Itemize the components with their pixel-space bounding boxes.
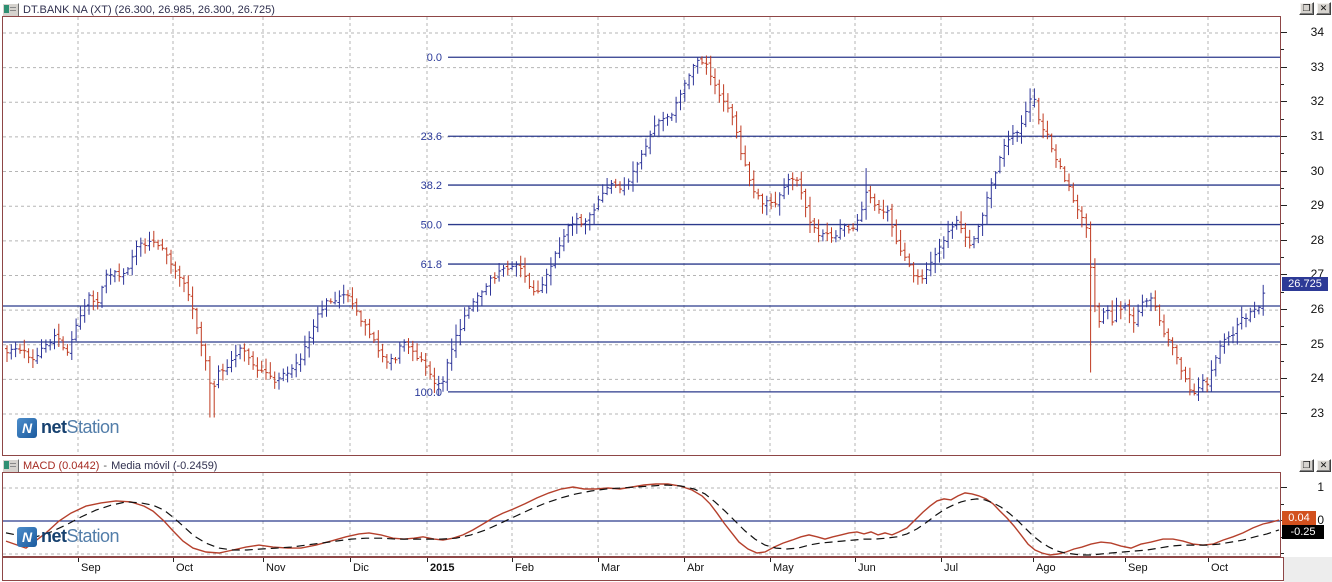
media-value-badge: -0.25 xyxy=(1282,525,1324,539)
y-axis-label: 24 xyxy=(1310,371,1324,385)
fib-level-label: 0.0 xyxy=(427,52,442,64)
month-tick xyxy=(1125,558,1126,562)
month-label: Jul xyxy=(944,562,959,574)
month-tick xyxy=(78,558,79,562)
axis-tick xyxy=(1281,292,1284,293)
axis-tick xyxy=(1281,504,1284,505)
month-label: 2015 xyxy=(430,562,455,574)
netstation-logo-icon: N xyxy=(17,417,37,438)
macd-title: MACD (0.0442) xyxy=(23,459,100,472)
y-axis-label: 28 xyxy=(1310,233,1324,247)
date-axis: Sep Oct Nov Dic 2015 Feb Mar Abr May Jun Jul Ago Sep… xyxy=(2,557,1284,581)
month-label: May xyxy=(773,562,794,574)
month-tick xyxy=(684,558,685,562)
month-label: Feb xyxy=(515,562,534,574)
netstation-window: DT.BANK NA (XT) (26.300, 26.985, 26.300,… xyxy=(0,0,1332,582)
restore-icon[interactable]: ❐ xyxy=(1299,459,1314,472)
logo-net-text: net xyxy=(41,417,67,437)
axis-tick xyxy=(1281,49,1284,50)
logo-net-text: net xyxy=(41,526,67,546)
y-axis-label: 30 xyxy=(1310,164,1324,178)
axis-tick xyxy=(1281,153,1284,154)
macd-plot-area[interactable]: N net Station xyxy=(2,472,1281,557)
month-tick xyxy=(350,558,351,562)
fib-level-label: 50.0 xyxy=(421,220,442,232)
month-label: Abr xyxy=(687,562,705,574)
month-tick xyxy=(1208,558,1209,562)
month-tick xyxy=(855,558,856,562)
y-axis-label: 33 xyxy=(1310,60,1324,74)
month-label: Dic xyxy=(353,562,369,574)
month-tick xyxy=(512,558,513,562)
netstation-logo: N net Station xyxy=(17,417,120,438)
y-axis-label: 25 xyxy=(1310,337,1324,351)
month-label: Jun xyxy=(858,562,876,574)
month-label: Ago xyxy=(1036,562,1056,574)
axis-tick xyxy=(1281,84,1284,85)
axis-tick xyxy=(1281,361,1284,362)
y-axis-label: 31 xyxy=(1310,129,1324,143)
ohlc-bars-up xyxy=(9,57,1266,401)
axis-tick xyxy=(1281,553,1284,554)
close-icon[interactable]: ✕ xyxy=(1316,2,1331,15)
price-plot-area[interactable]: 0.0 23.6 38.2 50.0 61.8 100.0 N net Station xyxy=(2,16,1281,456)
y-axis-label: 32 xyxy=(1310,94,1324,108)
month-tick xyxy=(173,558,174,562)
last-price-badge: 26.725 xyxy=(1282,277,1328,291)
price-chart[interactable]: 0.0 23.6 38.2 50.0 61.8 100.0 xyxy=(3,17,1280,455)
axis-tick xyxy=(1281,396,1284,397)
y-axis-label: 23 xyxy=(1310,406,1324,420)
ohlc-bars-down xyxy=(5,55,1210,418)
macd-title-separator: - xyxy=(103,459,108,472)
month-label: Nov xyxy=(266,562,286,574)
netstation-logo-icon: N xyxy=(17,526,37,547)
month-label: Sep xyxy=(81,562,101,574)
close-icon[interactable]: ✕ xyxy=(1316,459,1331,472)
month-label: Oct xyxy=(1211,562,1229,574)
axis-tick xyxy=(1281,188,1284,189)
chart-icon xyxy=(2,458,19,473)
axis-tick xyxy=(1281,326,1284,327)
month-tick xyxy=(427,558,428,562)
fib-level-label: 100.0 xyxy=(414,387,442,399)
netstation-logo: N net Station xyxy=(17,526,120,547)
price-panel-title: DT.BANK NA (XT) (26.300, 26.985, 26.300,… xyxy=(23,3,275,16)
fib-level-label: 23.6 xyxy=(421,131,442,143)
axis-tick xyxy=(1281,223,1284,224)
y-axis-label: 26 xyxy=(1310,302,1324,316)
macd-value-badge: 0.04 xyxy=(1282,511,1316,525)
chart-icon xyxy=(2,2,19,17)
logo-station-text: Station xyxy=(66,526,120,546)
month-tick xyxy=(598,558,599,562)
month-tick xyxy=(770,558,771,562)
media-movil-title: Media móvil (-0.2459) xyxy=(111,459,218,472)
fib-level-label: 38.2 xyxy=(421,180,442,192)
y-axis-label: 1 xyxy=(1317,480,1324,494)
restore-icon[interactable]: ❐ xyxy=(1299,2,1314,15)
macd-panel-titlebar: MACD (0.0442) - Media móvil (-0.2459) xyxy=(2,458,1280,473)
month-tick xyxy=(263,558,264,562)
logo-station-text: Station xyxy=(66,417,120,437)
month-tick xyxy=(1033,558,1034,562)
fib-level-label: 61.8 xyxy=(421,259,442,271)
price-panel-titlebar: DT.BANK NA (XT) (26.300, 26.985, 26.300,… xyxy=(2,2,1280,17)
month-label: Oct xyxy=(176,562,194,574)
macd-chart[interactable] xyxy=(3,473,1280,556)
month-label: Sep xyxy=(1128,562,1148,574)
axis-tick xyxy=(1281,119,1284,120)
date-axis-corner xyxy=(1284,557,1332,582)
y-axis-label: 34 xyxy=(1310,25,1324,39)
macd-line xyxy=(5,483,1280,556)
month-tick xyxy=(941,558,942,562)
axis-tick xyxy=(1281,257,1284,258)
month-label: Mar xyxy=(601,562,620,574)
y-axis-label: 29 xyxy=(1310,198,1324,212)
